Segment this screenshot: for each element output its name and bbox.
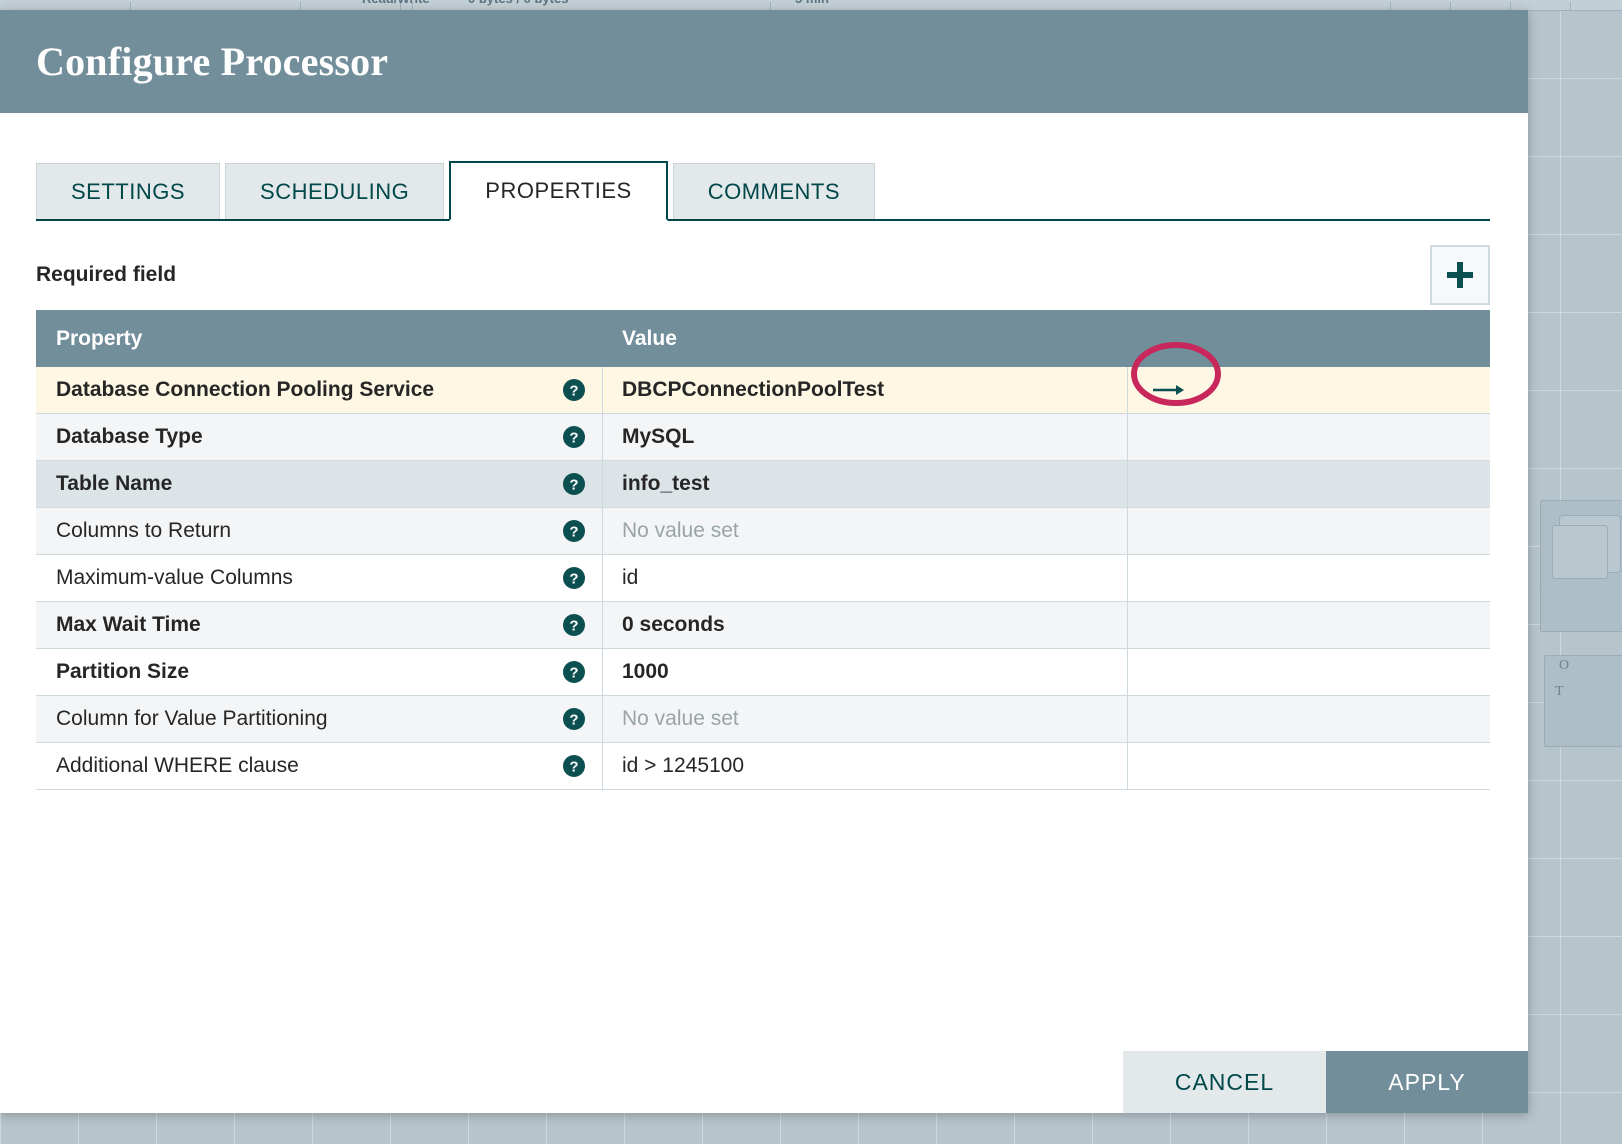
property-label: Partition Size xyxy=(56,660,190,683)
property-label: Max Wait Time xyxy=(56,613,201,636)
page-title: Configure Processor xyxy=(36,39,389,84)
property-value-cell[interactable]: id > 1245100 xyxy=(603,743,1128,789)
property-label: Maximum-value Columns xyxy=(56,566,293,589)
column-header-actions xyxy=(1128,310,1490,367)
svg-text:?: ? xyxy=(569,524,578,541)
property-name-cell: Column for Value Partitioning ? xyxy=(36,696,603,742)
property-value-cell[interactable]: No value set xyxy=(603,508,1128,554)
property-label: Database Type xyxy=(56,425,203,448)
help-icon[interactable]: ? xyxy=(562,613,586,637)
property-action-cell[interactable] xyxy=(1128,649,1490,695)
tab-comments[interactable]: COMMENTS xyxy=(672,163,876,219)
table-row[interactable]: Max Wait Time ? 0 seconds xyxy=(36,602,1490,649)
help-icon[interactable]: ? xyxy=(562,425,586,449)
status-read-write-value: 0 bytes / 0 bytes xyxy=(468,0,568,6)
svg-text:?: ? xyxy=(569,665,578,682)
table-row[interactable]: Table Name ? info_test xyxy=(36,461,1490,508)
svg-text:?: ? xyxy=(569,712,578,729)
column-header-value: Value xyxy=(622,326,677,350)
svg-text:?: ? xyxy=(569,618,578,635)
property-name-cell: Columns to Return ? xyxy=(36,508,603,554)
canvas-node-sublabel-1: O xyxy=(1559,658,1570,673)
property-action-cell[interactable] xyxy=(1128,743,1490,789)
property-action-cell[interactable] xyxy=(1128,696,1490,742)
property-name-cell: Max Wait Time ? xyxy=(36,602,603,648)
property-name-cell: Database Type ? xyxy=(36,414,603,460)
svg-text:?: ? xyxy=(569,383,578,400)
svg-text:?: ? xyxy=(569,571,578,588)
svg-text:?: ? xyxy=(569,759,578,776)
required-field-bar: Required field xyxy=(36,245,1490,305)
property-action-cell[interactable] xyxy=(1128,602,1490,648)
help-icon[interactable]: ? xyxy=(562,707,586,731)
help-icon[interactable]: ? xyxy=(562,472,586,496)
property-name-cell: Table Name ? xyxy=(36,461,603,507)
canvas-node-sublabel-2: T xyxy=(1555,684,1564,699)
property-label: Additional WHERE clause xyxy=(56,754,299,777)
help-icon[interactable]: ? xyxy=(562,754,586,778)
canvas-chip xyxy=(1552,525,1608,579)
tab-bar: SETTINGS SCHEDULING PROPERTIES COMMENTS xyxy=(36,157,1490,221)
canvas-node-label: plit xyxy=(1541,579,1542,596)
table-row[interactable]: Database Connection Pooling Service ? DB… xyxy=(36,367,1490,414)
table-row[interactable]: Column for Value Partitioning ? No value… xyxy=(36,696,1490,743)
table-row[interactable]: Additional WHERE clause ? id > 1245100 xyxy=(36,743,1490,790)
table-row[interactable]: Columns to Return ? No value set xyxy=(36,508,1490,555)
property-value-cell[interactable]: DBCPConnectionPoolTest xyxy=(603,367,1128,413)
property-action-cell[interactable] xyxy=(1128,414,1490,460)
property-action-cell[interactable] xyxy=(1128,461,1490,507)
property-value-cell[interactable]: 1000 xyxy=(603,649,1128,695)
column-header-property: Property xyxy=(56,326,143,350)
status-read-write-label: Read/Write xyxy=(362,0,430,6)
property-name-cell: Additional WHERE clause ? xyxy=(36,743,603,789)
arrow-right-icon[interactable] xyxy=(1152,380,1184,400)
apply-button[interactable]: APPLY xyxy=(1326,1051,1528,1113)
help-icon[interactable]: ? xyxy=(562,566,586,590)
property-label: Table Name xyxy=(56,472,173,495)
tab-settings[interactable]: SETTINGS xyxy=(36,163,221,219)
svg-text:?: ? xyxy=(569,430,578,447)
required-field-label: Required field xyxy=(36,263,177,286)
table-header-row: Property Value xyxy=(36,310,1490,367)
tab-scheduling[interactable]: SCHEDULING xyxy=(225,163,445,219)
property-label: Columns to Return xyxy=(56,519,232,542)
property-action-cell[interactable] xyxy=(1128,508,1490,554)
properties-table: Property Value Database Connection Pooli… xyxy=(36,310,1490,790)
cancel-button[interactable]: CANCEL xyxy=(1123,1051,1326,1113)
property-action-cell[interactable] xyxy=(1128,367,1490,413)
canvas-processor-node-secondary: O T xyxy=(1544,655,1622,747)
plus-icon xyxy=(1447,262,1473,288)
property-value-cell[interactable]: id xyxy=(603,555,1128,601)
property-name-cell: Maximum-value Columns ? xyxy=(36,555,603,601)
property-label: Database Connection Pooling Service xyxy=(56,378,435,401)
property-value-cell[interactable]: MySQL xyxy=(603,414,1128,460)
help-icon[interactable]: ? xyxy=(562,660,586,684)
property-label: Column for Value Partitioning xyxy=(56,707,328,730)
tab-properties[interactable]: PROPERTIES xyxy=(449,161,668,221)
table-row[interactable]: Maximum-value Columns ? id xyxy=(36,555,1490,602)
property-action-cell[interactable] xyxy=(1128,555,1490,601)
dialog-header: Configure Processor xyxy=(0,10,1528,113)
help-icon[interactable]: ? xyxy=(562,378,586,402)
property-name-cell: Partition Size ? xyxy=(36,649,603,695)
table-row[interactable]: Partition Size ? 1000 xyxy=(36,649,1490,696)
add-property-button[interactable] xyxy=(1430,245,1490,305)
property-value-cell[interactable]: 0 seconds xyxy=(603,602,1128,648)
property-value-cell[interactable]: info_test xyxy=(603,461,1128,507)
property-value-cell[interactable]: No value set xyxy=(603,696,1128,742)
table-row[interactable]: Database Type ? MySQL xyxy=(36,414,1490,461)
help-icon[interactable]: ? xyxy=(562,519,586,543)
property-name-cell: Database Connection Pooling Service ? xyxy=(36,367,603,413)
status-duration: 5 min xyxy=(795,0,829,6)
svg-text:?: ? xyxy=(569,477,578,494)
configure-processor-dialog: Configure Processor SETTINGS SCHEDULING … xyxy=(0,10,1528,1113)
dialog-footer: CANCEL APPLY xyxy=(0,1051,1528,1113)
